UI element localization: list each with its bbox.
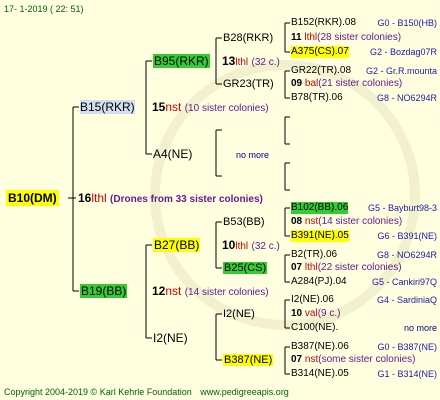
- gen4-info-7: G8 - NO6294R: [376, 250, 437, 260]
- root-note: (Drones from 33 sister colonies): [110, 194, 263, 205]
- gen2-info-3: 10lthl (32 c.): [222, 238, 280, 254]
- gen2-id-4[interactable]: I2(NE): [153, 331, 188, 345]
- pedigree-page: { "header": { "date": "17- 1-2019 ( 22: …: [0, 0, 440, 400]
- gen3-note-3: (14 sister colonies): [318, 216, 403, 227]
- gen2-info-1: 13lthl (32 c.): [222, 54, 280, 70]
- root-unit: lthl: [91, 191, 107, 205]
- gen4-id-9[interactable]: I2(NE).06: [291, 294, 334, 306]
- gen1-id-1[interactable]: B15(RKR): [80, 100, 135, 114]
- gen3-unit-4: lthl: [304, 262, 318, 273]
- gen3-id-6[interactable]: B387(NE): [223, 354, 274, 366]
- gen2-no-more: no more: [236, 150, 270, 160]
- gen3-note-6: (some sister colonies): [318, 354, 416, 365]
- gen2-num-1: 13: [222, 54, 236, 68]
- gen1-info-1: 15nst (10 sister colonies): [152, 100, 269, 116]
- gen3-num-6: 07: [291, 354, 303, 365]
- gen4-id-3[interactable]: GR22(TR).08: [291, 65, 351, 77]
- gen4-info-5: G5 - Bayburt98-3: [367, 203, 437, 213]
- gen1-num-1: 15: [152, 100, 166, 114]
- gen1-id-2[interactable]: B19(BB): [80, 284, 128, 298]
- gen1-unit-2: nst: [165, 284, 182, 298]
- gen4-id-6[interactable]: B391(NE).05: [291, 230, 349, 242]
- gen3-info-6: 07 nst(some sister colonies): [291, 354, 416, 366]
- gen4-info-8: G5 - Cankiri97Q: [371, 277, 437, 287]
- gen4-info-3: G2 - Gr.R.mounta: [365, 66, 437, 76]
- gen3-num-2: 09: [291, 78, 303, 89]
- gen1-note-1: (10 sister colonies): [184, 103, 269, 114]
- gen3-unit-5: val: [304, 308, 318, 319]
- gen2-unit-3: lthl: [235, 241, 249, 252]
- gen3-unit-2: bal: [304, 78, 319, 89]
- gen4-info-12: G1 - B314(NE): [377, 369, 437, 379]
- gen3-num-4: 07: [291, 262, 303, 273]
- gen4-id-12[interactable]: B314(NE).05: [291, 368, 349, 380]
- gen3-info-1: 11 lthl(28 sister colonies): [291, 32, 401, 44]
- gen2-id-1[interactable]: B95(RKR): [153, 54, 210, 68]
- footer-copyright-text: Copyright 2004-2019 © Karl Kehrle Founda…: [4, 387, 192, 397]
- gen4-info-6: G6 - B391(NE): [377, 231, 437, 241]
- gen3-note-2: (21 sister colonies): [318, 78, 403, 89]
- gen3-unit-6: nst: [304, 354, 319, 365]
- gen2-note-3: (32 c.): [251, 241, 280, 252]
- gen3-info-4: 07 lthl(22 sister colonies): [291, 262, 402, 274]
- gen4-id-1[interactable]: B152(RKR).08: [291, 17, 356, 29]
- gen4-id-5[interactable]: B102(BB).06: [291, 202, 349, 214]
- header-date: 17- 1-2019 ( 22: 51): [4, 4, 84, 14]
- gen3-id-5[interactable]: I2(NE): [223, 308, 255, 320]
- gen3-info-3: 08 nst(14 sister colonies): [291, 216, 402, 228]
- gen4-info-4: G8 - NO6294R: [376, 93, 437, 103]
- gen3-num-3: 08: [291, 216, 303, 227]
- gen3-num-1: 11: [291, 32, 302, 43]
- gen4-info-2: G2 - Bozdag07R: [369, 47, 437, 57]
- gen3-num-5: 10: [291, 308, 303, 319]
- gen2-id-2[interactable]: A4(NE): [153, 147, 192, 161]
- gen3-id-2[interactable]: GR23(TR): [223, 78, 274, 90]
- gen3-info-5: 10 val(9 c.): [291, 308, 340, 320]
- root-num: 16: [78, 191, 92, 205]
- root-queen-id[interactable]: B10(DM): [6, 190, 59, 206]
- gen3-note-5: (9 c.): [317, 308, 341, 319]
- root-info: 16lthl (Drones from 33 sister colonies): [78, 191, 263, 207]
- gen3-id-3[interactable]: B53(BB): [223, 216, 265, 228]
- gen4-id-7[interactable]: B2(TR).06: [291, 249, 337, 261]
- gen3-unit-3: nst: [304, 216, 319, 227]
- gen1-note-2: (14 sister colonies): [184, 287, 269, 298]
- footer-site-link[interactable]: www.pedigreeapis.org: [200, 387, 289, 397]
- gen3-note-4: (22 sister colonies): [317, 262, 402, 273]
- gen4-info-11: G0 - B387(NE): [377, 342, 437, 352]
- gen2-unit-1: lthl: [235, 57, 249, 68]
- gen3-note-1: (28 sister colonies): [317, 32, 402, 43]
- gen4-id-2[interactable]: A375(CS).07: [291, 46, 349, 58]
- gen4-id-4[interactable]: B78(TR).06: [291, 92, 343, 104]
- gen2-num-3: 10: [222, 238, 236, 252]
- gen4-info-1: G0 - B150(HB): [377, 18, 437, 28]
- gen2-note-1: (32 c.): [251, 57, 280, 68]
- gen3-info-2: 09 bal(21 sister colonies): [291, 78, 402, 90]
- gen4-info-10: no more: [403, 323, 437, 333]
- gen4-info-9: G4 - SardiniaQ: [376, 295, 437, 305]
- gen4-id-11[interactable]: B387(NE).06: [291, 341, 349, 353]
- gen3-id-4[interactable]: B25(CS): [223, 262, 268, 274]
- gen4-id-8[interactable]: A284(PJ).04: [291, 276, 347, 288]
- gen2-id-3[interactable]: B27(BB): [153, 238, 201, 252]
- footer-copyright: Copyright 2004-2019 © Karl Kehrle Founda…: [4, 386, 289, 398]
- gen3-unit-1: lthl: [304, 32, 318, 43]
- gen4-id-10[interactable]: C100(NE).: [291, 322, 338, 334]
- gen1-info-2: 12nst (14 sister colonies): [152, 284, 269, 300]
- gen1-num-2: 12: [152, 284, 166, 298]
- gen3-id-1[interactable]: B28(RKR): [223, 32, 273, 44]
- gen1-unit-1: nst: [165, 100, 182, 114]
